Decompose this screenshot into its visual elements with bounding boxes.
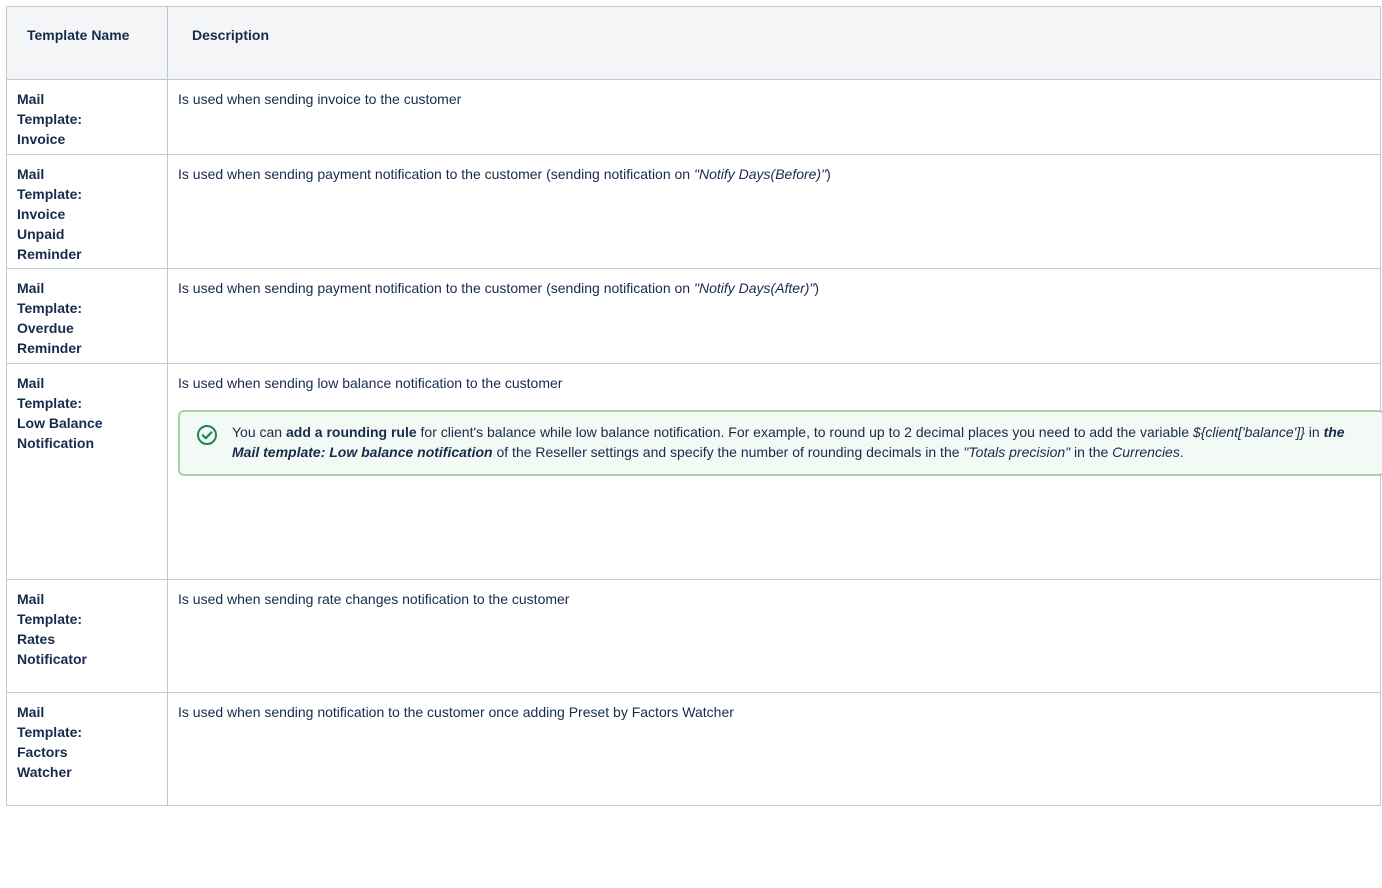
template-name-line: Template: (17, 300, 83, 316)
description-cell: Is used when sending payment notificatio… (167, 268, 1381, 364)
template-name-line: Factors (17, 744, 68, 760)
note-text-segment: You can (232, 424, 286, 440)
template-name-line: Template: (17, 111, 83, 127)
description-text: ) (826, 166, 831, 182)
header-template-name: Template Name (6, 6, 168, 80)
mail-templates-table: Template Name Description Mail Template:… (6, 6, 1382, 806)
note-bold-text: add a rounding rule (285, 424, 417, 440)
template-name-line: Invoice (17, 131, 66, 147)
template-name-line: Mail (17, 91, 45, 107)
note-italic-text: "Totals precision" (963, 444, 1071, 460)
description-text: ) (814, 280, 820, 296)
template-name-line: Mail (17, 166, 45, 182)
note-text: You can add a rounding rule for client's… (232, 424, 1345, 460)
check-circle-icon (197, 425, 217, 445)
table-row: Mail Template: Factors Watcher Is used w… (6, 692, 1381, 806)
note-text-segment: for client's balance while low balance n… (416, 424, 1193, 440)
description-text: Is used when sending low balance notific… (178, 375, 563, 391)
template-name-line: Mail (17, 704, 45, 720)
description-text: Is used when sending notification to the… (178, 704, 734, 720)
note-text-segment: in (1304, 424, 1324, 440)
template-name-line: Reminder (17, 340, 82, 356)
description-text: Is used when sending payment notificatio… (178, 280, 694, 296)
table-row: Mail Template: Invoice Unpaid Reminder I… (6, 154, 1381, 269)
table-row: Mail Template: Low Balance Notification … (6, 363, 1382, 580)
description-cell: Is used when sending payment notificatio… (167, 154, 1381, 269)
template-name-line: Overdue (17, 320, 74, 336)
template-name-cell: Mail Template: Rates Notificator (6, 579, 168, 693)
template-name-line: Template: (17, 724, 83, 740)
success-note-panel: You can add a rounding rule for client's… (178, 410, 1382, 476)
description-cell: Is used when sending low balance notific… (167, 363, 1382, 580)
template-name-line: Invoice (17, 206, 66, 222)
template-name-line: Watcher (17, 764, 72, 780)
description-text: Is used when sending payment notificatio… (178, 166, 694, 182)
template-name-cell: Mail Template: Invoice Unpaid Reminder (6, 154, 168, 269)
template-name-line: Template: (17, 186, 83, 202)
page: Template Name Description Mail Template:… (0, 0, 1382, 888)
table-header-row: Template Name Description (6, 6, 1381, 80)
description-cell: Is used when sending notification to the… (167, 692, 1381, 806)
template-name-line: Rates (17, 631, 56, 647)
template-name-line: Mail (17, 375, 45, 391)
note-text-segment: in the (1070, 444, 1113, 460)
template-name-line: Unpaid (17, 226, 65, 242)
template-name-line: Mail (17, 280, 45, 296)
template-name-line: Template: (17, 611, 83, 627)
template-name-line: Low Balance (17, 415, 103, 431)
description-cell: Is used when sending rate changes notifi… (167, 579, 1381, 693)
template-name-line: Notificator (17, 651, 87, 667)
template-name-line: Template: (17, 395, 83, 411)
note-text-segment: . (1179, 444, 1184, 460)
table-row: Mail Template: Rates Notificator Is used… (6, 579, 1381, 693)
template-name-cell: Mail Template: Overdue Reminder (6, 268, 168, 364)
description-cell: Is used when sending invoice to the cust… (167, 79, 1381, 155)
note-text-segment: of the Reseller settings and specify the… (492, 444, 964, 460)
table-row: Mail Template: Invoice Is used when send… (6, 79, 1381, 155)
description-text: Is used when sending rate changes notifi… (178, 591, 570, 607)
template-name-cell: Mail Template: Low Balance Notification (6, 363, 168, 580)
description-text: Is used when sending invoice to the cust… (178, 91, 462, 107)
template-name-line: Notification (17, 435, 94, 451)
note-italic-text: Currencies (1112, 444, 1180, 460)
template-name-cell: Mail Template: Invoice (6, 79, 168, 155)
template-name-line: Reminder (17, 246, 82, 262)
description-emphasis: "Notify Days(Before)" (693, 166, 827, 182)
template-name-cell: Mail Template: Factors Watcher (6, 692, 168, 806)
description-emphasis: "Notify Days(After)" (693, 280, 815, 296)
table-row: Mail Template: Overdue Reminder Is used … (6, 268, 1381, 364)
header-description: Description (167, 6, 1381, 80)
note-variable-text: ${client['balance']} (1192, 424, 1305, 440)
template-name-line: Mail (17, 591, 45, 607)
